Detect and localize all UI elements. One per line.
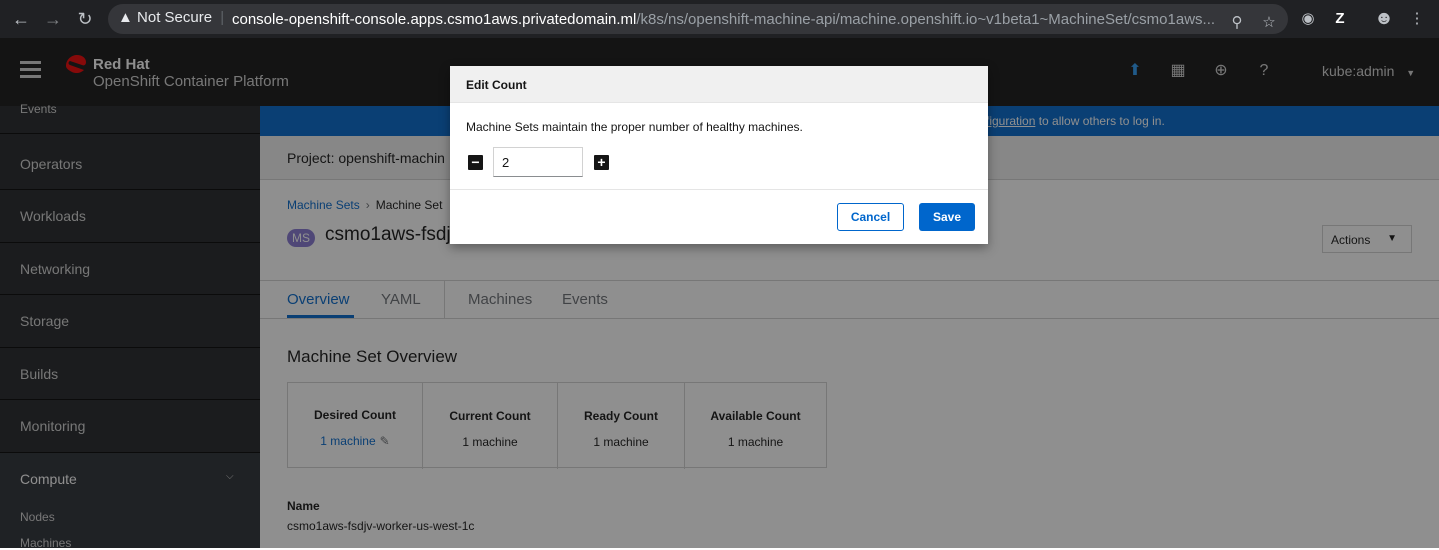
extension-z-icon[interactable]: Z: [1329, 8, 1351, 30]
divider: [450, 189, 988, 190]
bookmark-star-icon[interactable]: ☆: [1258, 12, 1280, 34]
back-arrow-icon[interactable]: ←: [9, 7, 33, 31]
minus-icon: −: [471, 154, 480, 170]
save-button[interactable]: Save: [919, 203, 975, 231]
forward-arrow-icon[interactable]: →: [41, 7, 65, 31]
url-path: /k8s/ns/openshift-machine-api/machine.op…: [636, 11, 1216, 28]
profile-icon[interactable]: ☻: [1373, 8, 1395, 30]
modal-description: Machine Sets maintain the proper number …: [466, 120, 803, 134]
count-input[interactable]: [493, 147, 583, 177]
security-label: Not Secure: [137, 9, 213, 26]
modal-title: Edit Count: [466, 78, 527, 92]
cancel-button[interactable]: Cancel: [837, 203, 904, 231]
browser-toolbar: ← → ↻ ▲ Not Secure | console-openshift-c…: [0, 0, 1439, 38]
kebab-menu-icon[interactable]: ⋮: [1406, 8, 1428, 30]
reload-icon[interactable]: ↻: [73, 7, 97, 31]
warning-triangle-icon: ▲: [118, 9, 133, 26]
decrement-button[interactable]: −: [468, 155, 483, 170]
url-text: console-openshift-console.apps.csmo1aws.…: [232, 11, 1215, 28]
increment-button[interactable]: +: [594, 155, 609, 170]
zoom-icon[interactable]: ⚲: [1226, 12, 1248, 34]
separator: |: [220, 9, 225, 26]
address-bar[interactable]: ▲ Not Secure | console-openshift-console…: [108, 4, 1288, 34]
extension-icon[interactable]: ◉: [1297, 8, 1319, 30]
plus-icon: +: [597, 154, 606, 170]
modal-header: Edit Count: [450, 66, 988, 103]
url-host: console-openshift-console.apps.csmo1aws.…: [232, 11, 637, 28]
security-indicator[interactable]: ▲ Not Secure |: [118, 9, 224, 26]
edit-count-modal: Edit Count Machine Sets maintain the pro…: [450, 66, 988, 244]
